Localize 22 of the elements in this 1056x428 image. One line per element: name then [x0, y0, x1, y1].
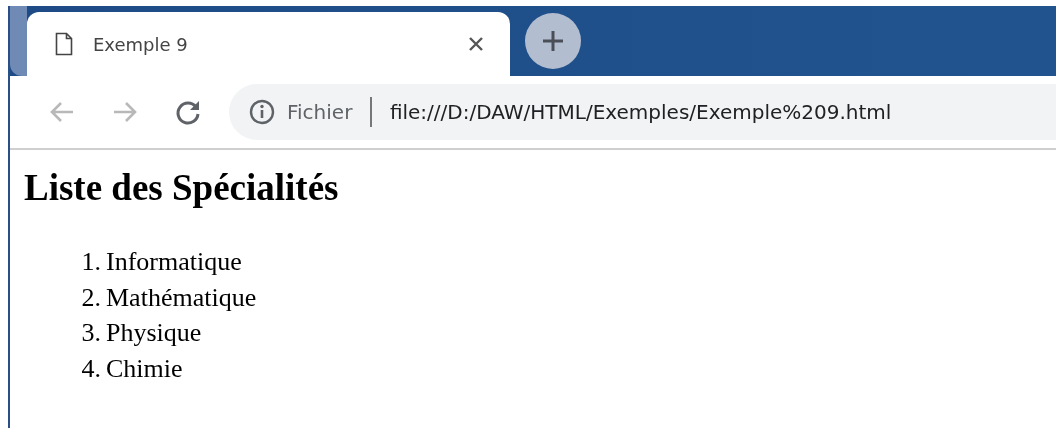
list-number: 4.: [80, 352, 102, 385]
address-bar[interactable]: Fichier file:///D:/DAW/HTML/Exemples/Exemple%209.html: [229, 84, 1056, 140]
browser-tab[interactable]: Exemple 9: [27, 12, 510, 76]
window-frame-edge: [10, 6, 27, 76]
page-heading: Liste des Spécialités: [24, 166, 340, 210]
security-label: Fichier: [287, 100, 353, 124]
list-item: Mathématique: [106, 281, 257, 314]
new-tab-button[interactable]: [525, 13, 581, 69]
info-icon: [249, 99, 275, 125]
back-arrow-icon: [49, 100, 75, 124]
list-item: Chimie: [106, 352, 183, 385]
document-icon: [55, 32, 73, 56]
list-number: 1.: [80, 246, 102, 279]
list-item: Physique: [106, 317, 202, 350]
forward-arrow-icon: [112, 100, 138, 124]
tab-title: Exemple 9: [93, 33, 189, 55]
plus-icon: [541, 29, 565, 53]
list-item: Informatique: [106, 246, 242, 279]
list-number: 3.: [80, 317, 102, 350]
url-text: file:///D:/DAW/HTML/Exemples/Exemple%209.html: [389, 100, 892, 124]
close-icon[interactable]: [468, 36, 484, 52]
list-number: 2.: [80, 281, 102, 314]
